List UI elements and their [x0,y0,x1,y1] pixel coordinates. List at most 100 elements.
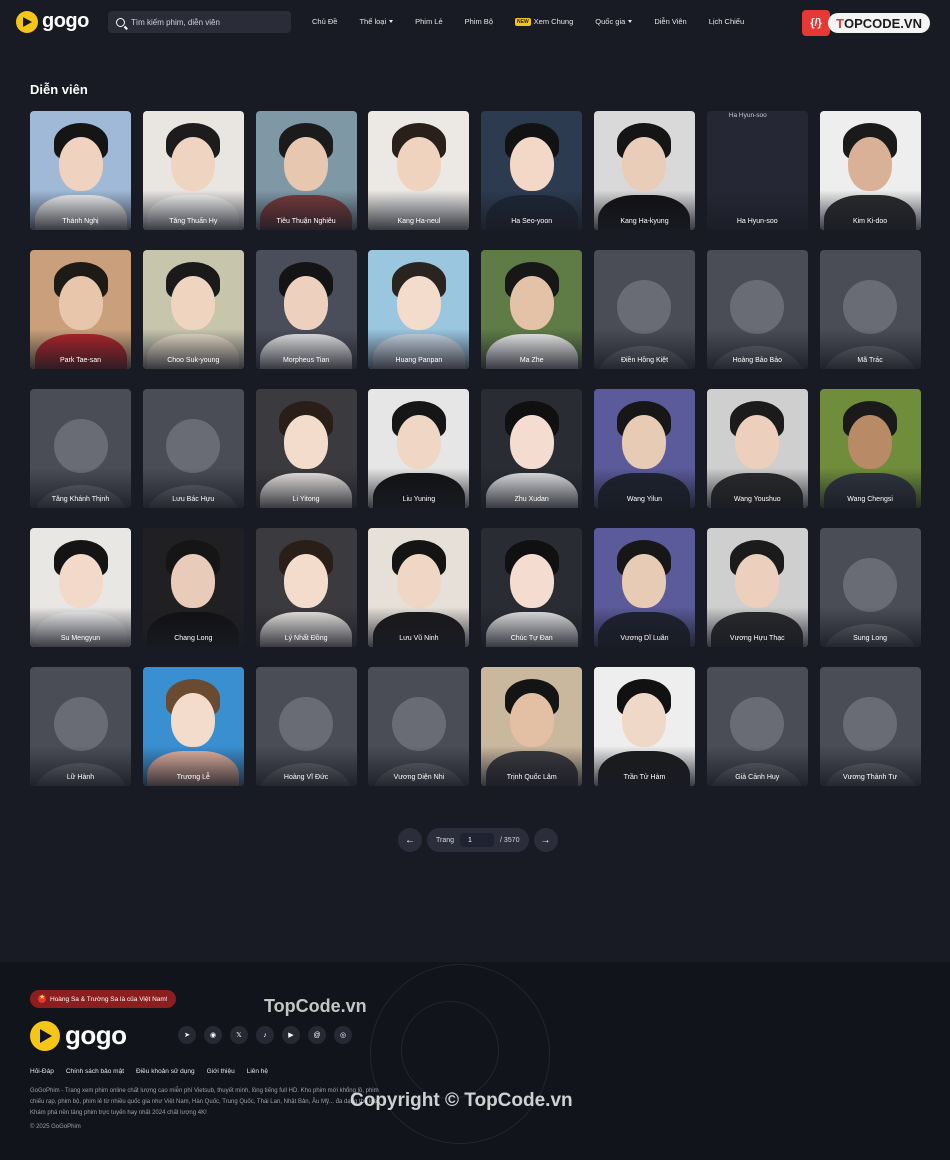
caret-down-icon [628,20,633,23]
actor-card[interactable]: Vương Hựu Thạc [706,528,808,647]
avatar-placeholder-icon [843,558,898,612]
actor-card[interactable]: Mã Trác [819,250,921,369]
copyright: © 2025 GoGoPhim [30,1124,81,1130]
actor-name: Lữ Hành [66,774,95,781]
nav-item-phim-le[interactable]: Phim Lẻ [415,17,443,26]
next-page-button[interactable]: → [533,828,558,852]
actor-card[interactable]: Vương Dĩ Luân [593,528,695,647]
actor-card[interactable]: Thành Nghị [30,111,131,230]
footer-link-lien-he[interactable]: Liên hệ [247,1068,268,1075]
actor-card[interactable]: Chúc Tự Đan [481,528,583,647]
actor-photo-face [58,137,103,191]
avatar-placeholder-icon [730,280,785,334]
page-label: Trang [436,836,455,844]
actor-photo-face [396,554,441,608]
actor-name: Morpheus Tian [282,357,330,364]
nav-label: Lịch Chiếu [708,17,745,26]
actor-card[interactable]: Trịnh Quốc Lâm [481,667,583,786]
actor-card[interactable]: Tiêu Thuận Nghiêu [255,111,357,230]
footer-link-gioi-thieu[interactable]: Giới thiệu [207,1068,235,1075]
nav-label: Phim Bộ [464,17,493,26]
actor-card[interactable]: Ha Hyun-soo Ha Hyun-soo [706,111,808,230]
nav-item-chu-de[interactable]: Chủ Đề [312,17,337,26]
search-box[interactable] [108,11,291,33]
actor-photo-face [509,137,554,191]
actor-card[interactable]: Park Tae-san [30,250,131,369]
actor-card[interactable]: Tăng Khánh Thịnh [30,389,131,508]
actor-card[interactable]: Lưu Bác Hựu [142,389,244,508]
actor-card[interactable]: Chang Long [142,528,244,647]
footer-links: Hỏi-Đáp Chính sách bảo mật Điều khoản sử d… [30,1068,268,1075]
actor-card[interactable]: Vương Thành Tư [819,667,921,786]
actor-name: Lưu Bác Hựu [172,496,215,503]
actor-card[interactable]: Hoàng Vĩ Đức [255,667,357,786]
actor-card[interactable]: Wang Youshuo [706,389,808,508]
actor-name: Wang Chengsi [847,496,893,503]
footer-link-dieu-khoan-su-dung[interactable]: Điều khoản sử dụng [136,1068,195,1075]
actor-card[interactable]: Kim Ki-doo [819,111,921,230]
nav-item-quoc-gia[interactable]: Quốc gia [595,17,633,26]
footer-logo[interactable]: gogo [30,1020,127,1051]
actor-card[interactable]: Lưu Vũ Ninh [368,528,470,647]
actor-card[interactable]: Wang Chengsi [819,389,921,508]
caret-down-icon [389,20,394,23]
actor-card[interactable]: Sung Long [819,528,921,647]
nav-item-dien-vien[interactable]: Diễn Viên [654,17,686,26]
threads-icon[interactable]: @ [308,1026,326,1044]
tiktok-icon[interactable]: ♪ [256,1026,274,1044]
page-total: / 3570 [500,836,520,844]
actor-card[interactable]: Điền Hồng Kiệt [593,250,695,369]
actor-card[interactable]: Lữ Hành [30,667,131,786]
actor-card[interactable]: Vương Diện Nhi [368,667,470,786]
actor-card[interactable]: Morpheus Tian [255,250,357,369]
instagram-icon[interactable]: ◎ [334,1026,352,1044]
actor-card[interactable]: Trần Tử Hàm [593,667,695,786]
topcode-brand-badge: {/} T OPCODE.VN [802,10,934,36]
actor-name: Liu Yuning [402,496,436,503]
actor-card[interactable]: Giả Cảnh Huy [706,667,808,786]
search-input[interactable] [131,17,281,27]
actor-card[interactable]: Kang Ha-kyung [593,111,695,230]
actor-card[interactable]: Wang Yilun [593,389,695,508]
site-logo[interactable]: gogo [16,10,89,33]
nav-label: Xem Chung [533,17,574,26]
nav-label: Thể loại [359,17,387,26]
telegram-icon[interactable]: ➤ [178,1026,196,1044]
nav-item-xem-chung[interactable]: NEW Xem Chung [515,17,573,26]
footer-link-hoi-dap[interactable]: Hỏi-Đáp [30,1068,54,1075]
footer-decoration [370,964,550,1144]
actor-card[interactable]: Su Mengyun [30,528,131,647]
actor-card[interactable]: Huang Panpan [368,250,470,369]
actor-card[interactable]: Hoàng Bảo Bảo [706,250,808,369]
youtube-icon[interactable]: ▶ [282,1026,300,1044]
pagination: ← Trang / 3570 → [398,828,558,852]
nav-item-the-loai[interactable]: Thể loại [359,17,394,26]
actor-card[interactable]: Ma Zhe [481,250,583,369]
actor-card[interactable]: Kang Ha-neul [368,111,470,230]
actor-card[interactable]: Li Yitong [255,389,357,508]
nav-item-phim-bo[interactable]: Phim Bộ [465,17,493,26]
actor-card[interactable]: Ha Seo-yoon [481,111,583,230]
actor-card[interactable]: Choo Suk-young [142,250,244,369]
prev-page-button[interactable]: ← [398,828,422,852]
actor-name: Huang Panpan [395,357,443,364]
main-nav: Chủ Đề Thể loại Phim Lẻ Phim Bộ NEW Xem Chung… [312,17,766,26]
actor-photo-face [396,415,441,469]
nav-label: Diễn Viên [654,17,687,26]
actor-card[interactable]: Liu Yuning [368,389,470,508]
discord-icon[interactable]: ◉ [204,1026,222,1044]
actor-card[interactable]: Trương Lễ [142,667,244,786]
actor-name: Ha Hyun-soo [736,218,778,225]
actor-name: Hoàng Bảo Bảo [732,357,782,364]
actor-name: Chúc Tự Đan [510,635,553,642]
actor-card[interactable]: Tăng Thuấn Hy [142,111,244,230]
search-icon [116,17,125,27]
avatar-placeholder-icon [53,697,108,751]
actor-card[interactable]: Zhu Xudan [481,389,583,508]
page-number-input[interactable] [460,833,495,847]
x-icon[interactable]: 𝕏 [230,1026,248,1044]
footer-link-chinh-sach-bao-mat[interactable]: Chính sách bảo mật [66,1068,124,1075]
nav-item-lich-chieu[interactable]: Lịch Chiếu [709,17,744,26]
actor-name: Trịnh Quốc Lâm [506,774,557,781]
actor-card[interactable]: Lý Nhất Đồng [255,528,357,647]
